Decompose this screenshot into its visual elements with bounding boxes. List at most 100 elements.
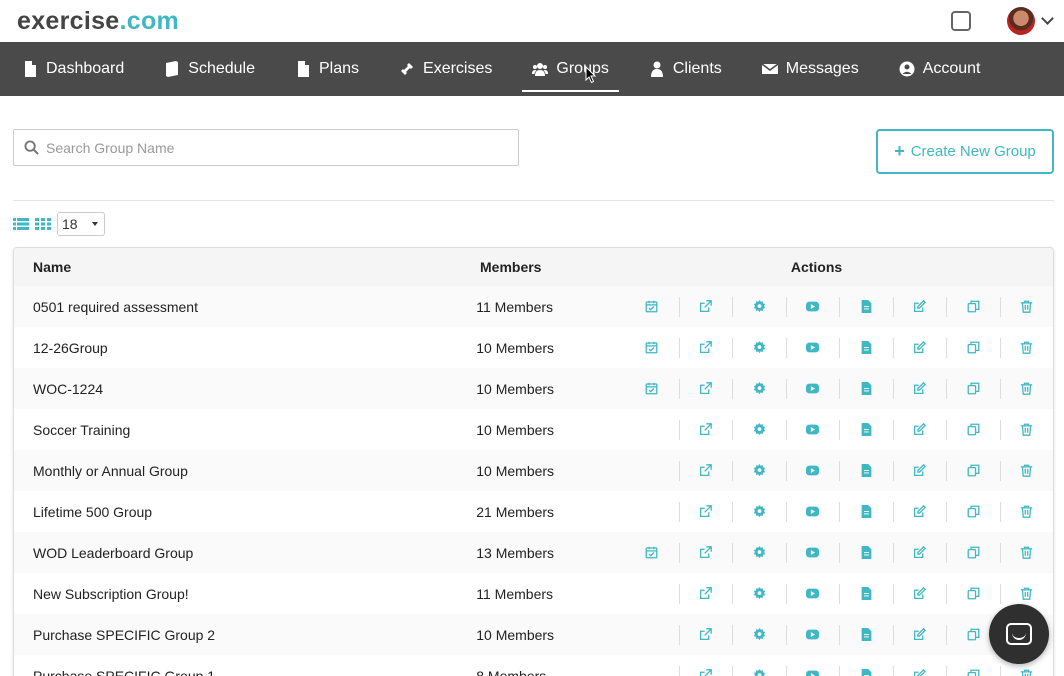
nav-item-plans[interactable]: Plans xyxy=(285,46,369,92)
search-box[interactable] xyxy=(13,129,519,166)
external-link-action-button[interactable] xyxy=(678,542,733,563)
edit-action-button[interactable] xyxy=(892,542,947,563)
external-link-action-button[interactable] xyxy=(678,337,733,358)
duplicate-action-button[interactable] xyxy=(946,337,1000,358)
table-row[interactable]: New Subscription Group! 11 Members xyxy=(14,573,1053,614)
document-action-button[interactable] xyxy=(839,460,893,481)
document-action-button[interactable] xyxy=(839,337,893,358)
document-action-button[interactable] xyxy=(839,583,893,604)
document-action-button[interactable] xyxy=(839,542,893,563)
header-name[interactable]: Name xyxy=(14,259,480,275)
duplicate-action-button[interactable] xyxy=(946,583,1000,604)
group-name[interactable]: 12-26Group xyxy=(14,340,476,356)
external-link-action-button[interactable] xyxy=(678,296,733,317)
edit-action-button[interactable] xyxy=(892,583,947,604)
document-action-button[interactable] xyxy=(839,378,893,399)
calendar-action-button[interactable] xyxy=(625,543,679,563)
document-action-button[interactable] xyxy=(839,624,893,645)
avatar[interactable] xyxy=(1007,7,1035,35)
external-link-action-button[interactable] xyxy=(678,665,733,676)
table-row[interactable]: 12-26Group 10 Members xyxy=(14,327,1053,368)
document-action-button[interactable] xyxy=(839,665,893,676)
group-name[interactable]: WOD Leaderboard Group xyxy=(14,545,476,561)
gear-action-button[interactable] xyxy=(732,337,786,358)
external-link-action-button[interactable] xyxy=(678,419,733,440)
nav-item-exercises[interactable]: Exercises xyxy=(389,46,502,92)
gear-action-button[interactable] xyxy=(732,378,786,399)
group-name[interactable]: 0501 required assessment xyxy=(14,299,476,315)
gear-action-button[interactable] xyxy=(732,583,786,604)
header-members[interactable]: Members xyxy=(480,259,630,275)
external-link-action-button[interactable] xyxy=(678,378,733,399)
group-name[interactable]: Purchase SPECIFIC Group 2 xyxy=(14,627,476,643)
video-play-action-button[interactable] xyxy=(785,542,840,563)
brand-logo[interactable]: exercise. com xyxy=(17,7,179,36)
external-link-action-button[interactable] xyxy=(678,460,733,481)
edit-action-button[interactable] xyxy=(892,378,947,399)
table-row[interactable]: Lifetime 500 Group 21 Members xyxy=(14,491,1053,532)
duplicate-action-button[interactable] xyxy=(946,501,1000,522)
nav-item-account[interactable]: Account xyxy=(889,46,991,92)
gear-action-button[interactable] xyxy=(732,624,786,645)
duplicate-action-button[interactable] xyxy=(946,378,1000,399)
video-play-action-button[interactable] xyxy=(785,624,840,645)
table-row[interactable]: WOD Leaderboard Group 13 Members xyxy=(14,532,1053,573)
gear-action-button[interactable] xyxy=(732,542,786,563)
nav-item-messages[interactable]: Messages xyxy=(752,46,869,92)
trash-action-button[interactable] xyxy=(999,296,1054,317)
trash-action-button[interactable] xyxy=(999,665,1054,676)
table-row[interactable]: WOC-1224 10 Members xyxy=(14,368,1053,409)
group-name[interactable]: Purchase SPECIFIC Group 1 xyxy=(14,668,476,676)
nav-item-groups[interactable]: Groups xyxy=(522,46,620,92)
grid-view-icon[interactable] xyxy=(35,217,51,231)
edit-action-button[interactable] xyxy=(892,419,947,440)
trash-action-button[interactable] xyxy=(999,378,1054,399)
table-row[interactable]: Soccer Training 10 Members xyxy=(14,409,1053,450)
external-link-action-button[interactable] xyxy=(678,624,733,645)
user-menu[interactable] xyxy=(1007,7,1054,35)
list-view-icon[interactable] xyxy=(13,217,29,231)
duplicate-action-button[interactable] xyxy=(946,542,1000,563)
edit-action-button[interactable] xyxy=(892,296,947,317)
gear-action-button[interactable] xyxy=(732,665,786,676)
video-play-action-button[interactable] xyxy=(785,583,840,604)
duplicate-action-button[interactable] xyxy=(946,460,1000,481)
trash-action-button[interactable] xyxy=(999,460,1054,481)
external-link-action-button[interactable] xyxy=(678,501,733,522)
gear-action-button[interactable] xyxy=(732,296,786,317)
nav-item-dashboard[interactable]: Dashboard xyxy=(12,46,134,92)
video-play-action-button[interactable] xyxy=(785,460,840,481)
page-size-select[interactable]: 18 xyxy=(57,212,105,236)
duplicate-action-button[interactable] xyxy=(946,296,1000,317)
video-play-action-button[interactable] xyxy=(785,337,840,358)
chat-launcher-button[interactable] xyxy=(989,604,1049,664)
video-play-action-button[interactable] xyxy=(785,665,840,676)
video-play-action-button[interactable] xyxy=(785,419,840,440)
gear-action-button[interactable] xyxy=(732,501,786,522)
search-input[interactable] xyxy=(46,139,486,156)
nav-item-clients[interactable]: Clients xyxy=(639,46,732,92)
edit-action-button[interactable] xyxy=(892,624,947,645)
group-name[interactable]: New Subscription Group! xyxy=(14,586,476,602)
edit-action-button[interactable] xyxy=(892,501,947,522)
video-play-action-button[interactable] xyxy=(785,296,840,317)
group-name[interactable]: WOC-1224 xyxy=(14,381,476,397)
document-action-button[interactable] xyxy=(839,296,893,317)
edit-action-button[interactable] xyxy=(892,665,947,676)
video-play-action-button[interactable] xyxy=(785,501,840,522)
gear-action-button[interactable] xyxy=(732,419,786,440)
video-play-action-button[interactable] xyxy=(785,378,840,399)
trash-action-button[interactable] xyxy=(999,337,1054,358)
table-row[interactable]: Monthly or Annual Group 10 Members xyxy=(14,450,1053,491)
trash-action-button[interactable] xyxy=(999,542,1054,563)
calendar-action-button[interactable] xyxy=(625,297,679,317)
trash-action-button[interactable] xyxy=(999,501,1054,522)
trash-action-button[interactable] xyxy=(999,419,1054,440)
calendar-action-button[interactable] xyxy=(625,379,679,399)
trash-action-button[interactable] xyxy=(999,583,1054,604)
document-action-button[interactable] xyxy=(839,501,893,522)
calendar-action-button[interactable] xyxy=(625,338,679,358)
edit-action-button[interactable] xyxy=(892,460,947,481)
chevron-down-icon[interactable] xyxy=(1041,12,1054,25)
external-link-action-button[interactable] xyxy=(678,583,733,604)
